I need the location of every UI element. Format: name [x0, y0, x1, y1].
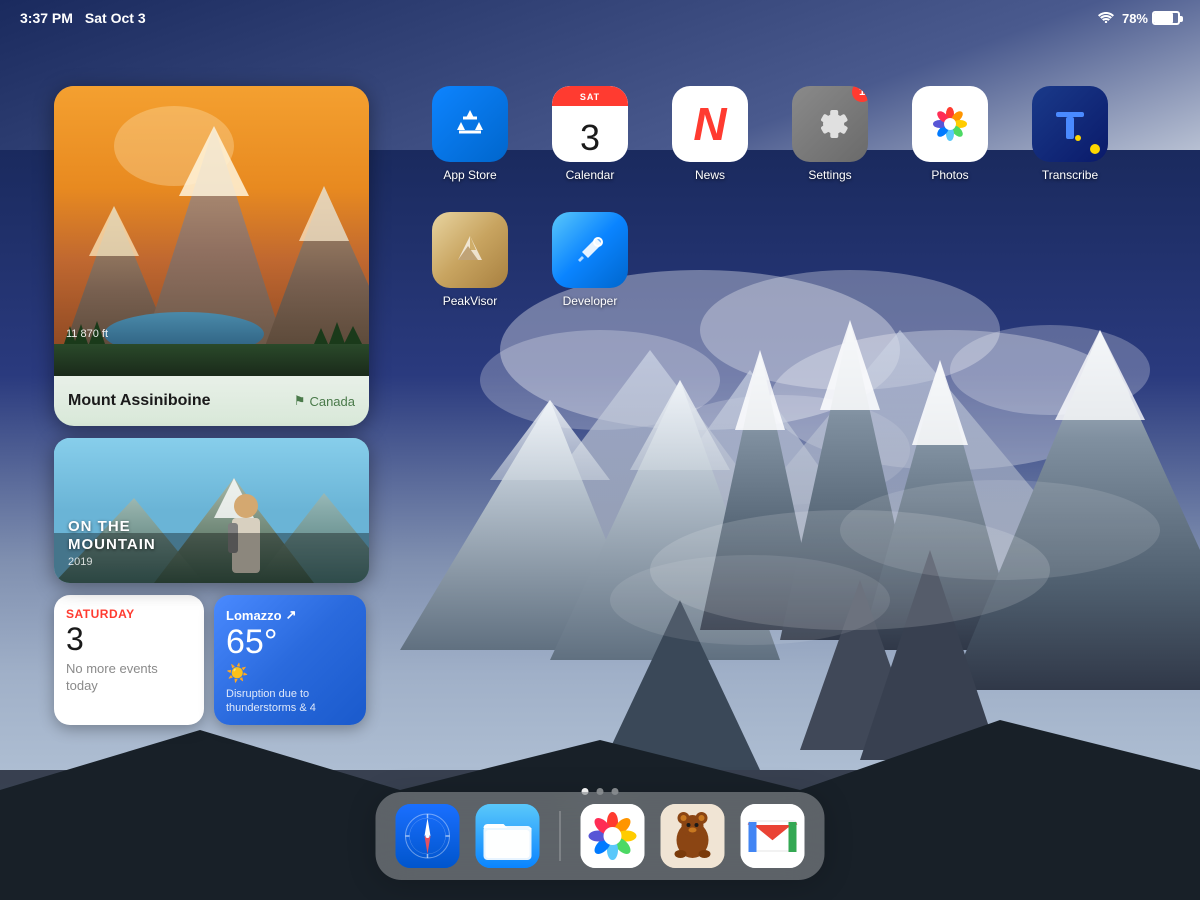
weather-sun-icon: ☀️: [226, 663, 354, 684]
wifi-icon: [1098, 10, 1114, 26]
peakvisor-app-icon: [432, 212, 508, 288]
news-icon: N: [672, 86, 748, 162]
calendar-no-events: No more events today: [66, 661, 192, 695]
calendar-date: 3: [66, 623, 192, 655]
app-calendar[interactable]: SAT 3 Calendar: [540, 86, 640, 182]
bear-app-icon: [661, 804, 725, 868]
dock-photos[interactable]: [581, 804, 645, 868]
settings-icon: 1: [792, 86, 868, 162]
settings-badge: 1: [852, 86, 868, 102]
app-settings[interactable]: 1 Settings: [780, 86, 880, 182]
mountain-name: Mount Assiniboine: [68, 392, 211, 410]
settings-label: Settings: [808, 168, 851, 182]
app-developer[interactable]: Developer: [540, 212, 640, 308]
weather-widget[interactable]: Lomazzo ↗ 65° ☀️ Disruption due to thund…: [214, 595, 366, 725]
dock-gmail[interactable]: [741, 804, 805, 868]
bottom-widgets-row: SATURDAY 3 No more events today Lomazzo …: [54, 595, 369, 725]
transcribe-icon: [1032, 86, 1108, 162]
date-display: Sat Oct 3: [85, 10, 146, 26]
app-peakvisor[interactable]: PeakVisor: [420, 212, 520, 308]
elevation-badge: 11 870 ft: [66, 328, 108, 340]
app-grid: App Store SAT 3 Calendar N News 1: [420, 86, 1120, 308]
peakvisor-app-label: PeakVisor: [443, 294, 497, 308]
dock-divider: [560, 811, 561, 861]
video-year: 2019: [68, 556, 156, 568]
dock-safari[interactable]: [396, 804, 460, 868]
weather-location: Lomazzo ↗: [226, 607, 354, 623]
video-title: ON THEMOUNTAIN: [68, 518, 156, 554]
developer-label: Developer: [563, 294, 618, 308]
dock-bear[interactable]: [661, 804, 725, 868]
time-display: 3:37 PM: [20, 10, 73, 26]
appstore-label: App Store: [443, 168, 496, 182]
weather-description: Disruption due to thunderstorms & 4: [226, 687, 354, 716]
peakvisor-widget[interactable]: 11 870 ft Mount Assiniboine ⚑ Canada: [54, 86, 369, 426]
transcribe-label: Transcribe: [1042, 168, 1098, 182]
gmail-app-icon: [741, 804, 805, 868]
photos-dock-icon: [581, 804, 645, 868]
dock-files[interactable]: [476, 804, 540, 868]
battery-percent: 78%: [1122, 11, 1148, 26]
dock: [376, 792, 825, 880]
main-content: 11 870 ft Mount Assiniboine ⚑ Canada: [0, 36, 1200, 900]
app-photos[interactable]: Photos: [900, 86, 1000, 182]
photos-icon: [912, 86, 988, 162]
photos-label: Photos: [931, 168, 968, 182]
video-text-overlay: ON THEMOUNTAIN 2019: [68, 518, 156, 568]
status-bar: 3:37 PM Sat Oct 3 78%: [0, 0, 1200, 36]
calendar-widget[interactable]: SATURDAY 3 No more events today: [54, 595, 204, 725]
widgets-panel: 11 870 ft Mount Assiniboine ⚑ Canada: [54, 86, 369, 725]
app-news[interactable]: N News: [660, 86, 760, 182]
transcribe-notification: [1090, 144, 1100, 154]
safari-app-icon: [396, 804, 460, 868]
app-transcribe[interactable]: Transcribe: [1020, 86, 1120, 182]
appstore-icon: [432, 86, 508, 162]
app-appstore[interactable]: App Store: [420, 86, 520, 182]
peakvisor-footer: Mount Assiniboine ⚑ Canada: [54, 376, 369, 426]
news-label: News: [695, 168, 725, 182]
peakvisor-image: 11 870 ft: [54, 86, 369, 376]
calendar-label: Calendar: [566, 168, 615, 182]
mountain-video-widget[interactable]: ON THEMOUNTAIN 2019: [54, 438, 369, 583]
mountain-country: ⚑ Canada: [294, 393, 355, 409]
battery-indicator: 78%: [1122, 11, 1180, 26]
weather-temperature: 65°: [226, 625, 354, 659]
files-app-icon: [476, 804, 540, 868]
calendar-icon: SAT 3: [552, 86, 628, 162]
calendar-day-label: SATURDAY: [66, 607, 192, 621]
developer-icon: [552, 212, 628, 288]
